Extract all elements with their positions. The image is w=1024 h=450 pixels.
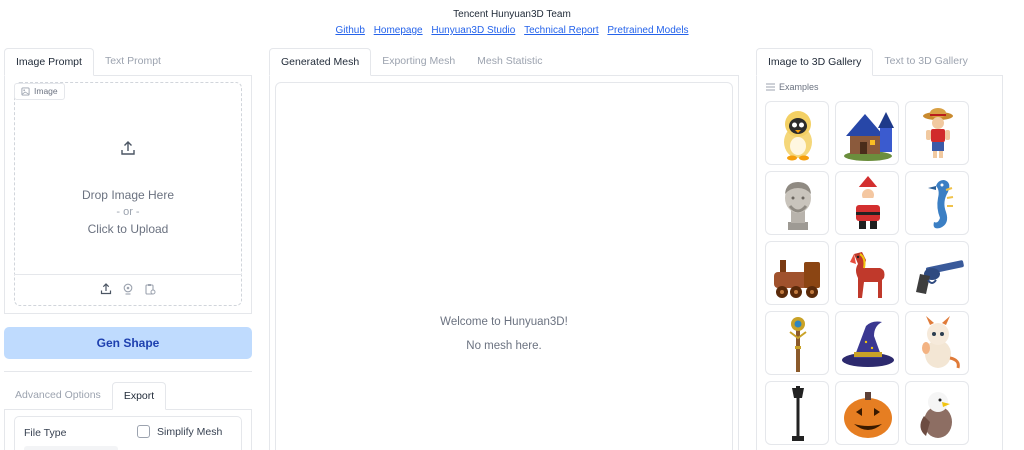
marble-bust-icon: [785, 182, 811, 230]
pretrained-models-link[interactable]: Pretrained Models: [607, 25, 688, 36]
tab-text-to-3d-gallery[interactable]: Text to 3D Gallery: [873, 48, 978, 75]
gallery-item-penguin[interactable]: [765, 101, 829, 165]
jack-o-lantern-icon: [844, 392, 892, 438]
simplify-mesh-checkbox[interactable]: [137, 425, 150, 438]
tab-image-prompt[interactable]: Image Prompt: [4, 48, 94, 76]
blue-house-icon: [844, 112, 894, 161]
upload-arrow-icon: [121, 141, 135, 155]
file-type-dropdown[interactable]: [24, 446, 118, 450]
github-link[interactable]: Github: [335, 25, 364, 36]
gallery-item-santa[interactable]: [835, 171, 899, 235]
gallery-item-seahorse[interactable]: [905, 171, 969, 235]
welcome-text: Welcome to Hunyuan3D!: [440, 316, 568, 328]
steam-train-icon: [774, 260, 820, 298]
tab-text-prompt[interactable]: Text Prompt: [94, 48, 172, 75]
drop-text: Drop Image Here: [81, 188, 175, 202]
tab-image-to-3d-gallery[interactable]: Image to 3D Gallery: [756, 48, 874, 76]
homepage-link[interactable]: Homepage: [374, 25, 423, 36]
image-label-badge: Image: [14, 83, 65, 100]
gallery-item-house[interactable]: [835, 101, 899, 165]
source-selector: [14, 283, 242, 295]
baby-dragon-icon: [922, 316, 960, 369]
gallery-item-lamp[interactable]: [765, 381, 829, 445]
gallery-item-horse[interactable]: [835, 241, 899, 305]
santa-claus-icon: [856, 176, 880, 229]
examples-header: Examples: [766, 82, 819, 92]
simplify-mesh-label: Simplify Mesh: [157, 425, 223, 438]
gallery-item-witch-hat[interactable]: [835, 311, 899, 375]
red-horse-icon: [850, 252, 885, 298]
click-to-upload-text: Click to Upload: [87, 222, 169, 236]
tab-exporting-mesh[interactable]: Exporting Mesh: [371, 48, 466, 75]
no-mesh-text: No mesh here.: [466, 340, 542, 352]
webcam-icon[interactable]: [122, 283, 134, 295]
option-tabs: Advanced Options Export: [4, 382, 252, 410]
list-icon: [766, 83, 775, 91]
gallery-item-eagle[interactable]: [905, 381, 969, 445]
tab-mesh-statistic[interactable]: Mesh Statistic: [466, 48, 553, 75]
tab-generated-mesh[interactable]: Generated Mesh: [269, 48, 372, 76]
gallery-item-staff[interactable]: [765, 311, 829, 375]
eagle-icon: [920, 392, 952, 438]
header-links: Github Homepage Hunyuan3D Studio Technic…: [0, 25, 1024, 36]
gen-shape-button[interactable]: Gen Shape: [4, 327, 252, 359]
seahorse-icon: [928, 180, 954, 229]
image-icon: [21, 87, 30, 96]
gallery-item-pirate[interactable]: [905, 101, 969, 165]
tab-export[interactable]: Export: [111, 382, 167, 410]
or-text: - or -: [116, 206, 140, 218]
upload-divider: [14, 274, 242, 275]
straw-hat-pirate-icon: [923, 108, 953, 158]
file-type-label: File Type: [24, 427, 67, 439]
gallery-item-train[interactable]: [765, 241, 829, 305]
revolver-icon: [916, 260, 964, 294]
studio-link[interactable]: Hunyuan3D Studio: [431, 25, 515, 36]
gallery-item-dragon[interactable]: [905, 311, 969, 375]
gallery-tabs: Image to 3D Gallery Text to 3D Gallery: [756, 48, 1003, 76]
witch-hat-icon: [842, 321, 894, 367]
gallery-item-revolver[interactable]: [905, 241, 969, 305]
technical-report-link[interactable]: Technical Report: [524, 25, 598, 36]
clipboard-icon[interactable]: [144, 283, 156, 295]
image-label: Image: [34, 86, 58, 96]
upload-icon[interactable]: [100, 283, 112, 295]
gallery-item-bust[interactable]: [765, 171, 829, 235]
team-title: Tencent Hunyuan3D Team: [453, 9, 571, 20]
drop-hint: Drop Image Here - or - Click to Upload: [14, 140, 242, 236]
mesh-tabs: Generated Mesh Exporting Mesh Mesh Stati…: [269, 48, 739, 76]
examples-label: Examples: [779, 82, 819, 92]
ornate-staff-icon: [789, 317, 807, 372]
gallery-item-pumpkin[interactable]: [835, 381, 899, 445]
simplify-mesh-option[interactable]: Simplify Mesh: [137, 425, 222, 438]
street-lamp-icon: [792, 386, 804, 441]
section-divider: [4, 371, 252, 372]
penguin-chick-icon: [784, 111, 812, 161]
prompt-tabs: Image Prompt Text Prompt: [4, 48, 252, 76]
tab-advanced-options[interactable]: Advanced Options: [4, 382, 112, 409]
mesh-viewport[interactable]: [275, 82, 733, 450]
